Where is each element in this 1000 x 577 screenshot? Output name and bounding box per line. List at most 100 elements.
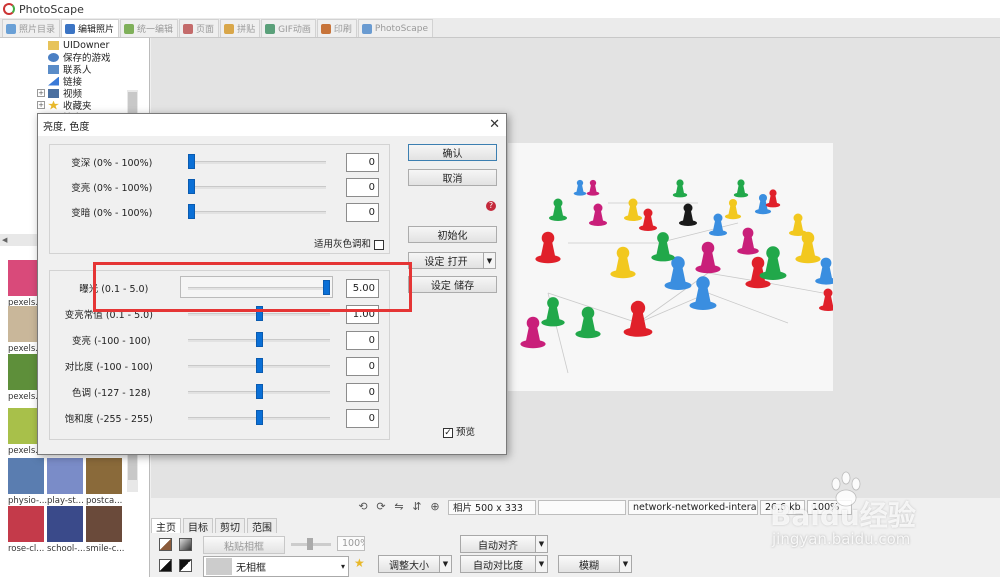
reset-button[interactable]: 初始化 (408, 226, 497, 243)
resize-dropdown-icon[interactable]: ▼ (439, 555, 452, 573)
tab-4[interactable]: 拼贴 (220, 19, 261, 37)
slider-label: 色调 (-127 - 128) (72, 388, 151, 399)
tab-5[interactable]: GIF动画 (261, 19, 316, 37)
thumbnail-image[interactable] (47, 458, 83, 494)
help-icon[interactable]: ? (486, 201, 496, 211)
slider-thumb[interactable] (255, 410, 263, 425)
tab-home[interactable]: 主页 (151, 518, 181, 534)
slider-thumb[interactable] (188, 154, 195, 169)
resize-button[interactable]: 调整大小 (378, 555, 440, 573)
preview-option[interactable]: ✓ 预览 (443, 424, 475, 438)
frame-preview-swatch (206, 558, 232, 575)
auto-contrast-dropdown-icon[interactable]: ▼ (535, 555, 548, 573)
slider-value-field[interactable]: 0 (346, 331, 379, 350)
preview-checkbox[interactable]: ✓ (443, 427, 453, 438)
slider-label: 变亮 (-100 - 100) (72, 336, 151, 347)
sharpen-dropdown-icon[interactable]: ▼ (619, 555, 632, 573)
tab-0[interactable]: 照片目录 (2, 19, 61, 37)
slider-thumb[interactable] (255, 384, 263, 399)
frame-opacity-field[interactable]: 100% (337, 536, 365, 551)
slider-thumb[interactable] (255, 358, 263, 373)
tab-icon (265, 23, 276, 34)
load-settings-button[interactable]: 设定 打开 (408, 252, 484, 269)
thumbnail-image[interactable] (8, 458, 44, 494)
tab-7[interactable]: PhotoScape (357, 19, 434, 37)
tab-range[interactable]: 范围 (247, 518, 277, 534)
slider-thumb[interactable] (188, 179, 195, 194)
slider-value-field[interactable]: 0 (346, 153, 379, 172)
auto-level-button[interactable]: 自动对齐 (460, 535, 536, 553)
frame-style-icon[interactable] (159, 538, 172, 551)
rotate-right-icon[interactable]: ⟳ (375, 501, 387, 513)
grayscale-option[interactable]: 适用灰色调和 (314, 236, 385, 250)
tab-2[interactable]: 统一编辑 (120, 19, 179, 37)
tab-1[interactable]: 编辑照片 (61, 19, 120, 37)
frame-gradient-icon[interactable] (179, 538, 192, 551)
auto-level-dropdown-icon[interactable]: ▼ (535, 535, 548, 553)
slider-track[interactable] (188, 186, 326, 189)
slider-thumb[interactable] (255, 332, 263, 347)
main-tab-bar: 照片目录 编辑照片 统一编辑 页面 拼贴 GIF动画 印刷 PhotoScape (0, 18, 1000, 38)
tab-icon (224, 23, 235, 34)
baidu-watermark: Baidu经验 jingyan.baidu.com (760, 468, 950, 558)
slider-track[interactable] (188, 211, 326, 214)
slider-value-field[interactable]: 0 (346, 178, 379, 197)
tab-6[interactable]: 印刷 (316, 19, 357, 37)
slider-label: 变暗 (0% - 100%) (71, 208, 153, 219)
tab-icon (65, 23, 76, 34)
save-settings-button[interactable]: 设定 储存 (408, 276, 497, 293)
exposure-highlight-box (93, 262, 412, 312)
thumbnail-image[interactable] (86, 506, 122, 542)
thumbnail-image[interactable] (86, 458, 122, 494)
folder-icon (48, 40, 59, 50)
app-title: PhotoScape (19, 2, 84, 16)
favorite-star-icon[interactable]: ★ (354, 556, 365, 570)
rotate-left-icon[interactable]: ⟲ (357, 501, 369, 513)
dialog-title: 亮度, 色度 (43, 121, 90, 133)
tab-object[interactable]: 目标 (183, 518, 213, 534)
flip-vertical-icon[interactable]: ⇵ (411, 501, 423, 513)
tab-crop[interactable]: 剪切 (215, 518, 245, 534)
slider-thumb[interactable] (188, 204, 195, 219)
paste-frame-button[interactable]: 粘贴相框 (203, 536, 285, 554)
slider-track[interactable] (188, 161, 326, 164)
slider-label: 饱和度 (-255 - 255) (64, 414, 153, 425)
blank-status-field (538, 499, 626, 515)
slider-label: 对比度 (-100 - 100) (64, 362, 153, 373)
thumbnail-label: physio-... (8, 496, 48, 506)
zoom-icon[interactable]: ⊕ (429, 501, 441, 513)
frame-bw-icon[interactable] (159, 559, 172, 572)
expand-favorites-icon[interactable]: + (37, 101, 45, 109)
thumbnail-image[interactable] (47, 506, 83, 542)
thumbnail-label: school-... (47, 544, 86, 554)
star-icon (48, 100, 59, 110)
slider-value-field[interactable]: 0 (346, 203, 379, 222)
close-icon[interactable]: ✕ (489, 117, 500, 132)
tab-3[interactable]: 页面 (179, 19, 220, 37)
frame-select[interactable]: 无相框 ▾ (203, 556, 349, 577)
tab-icon (124, 23, 135, 34)
link-icon (48, 76, 59, 86)
flip-horizontal-icon[interactable]: ⇋ (393, 501, 405, 513)
auto-contrast-button[interactable]: 自动对比度 (460, 555, 536, 573)
load-settings-dropdown-icon[interactable]: ▼ (483, 252, 496, 269)
game-pieces-image (508, 143, 833, 391)
dialog-group-levels: 适用灰色调和 变深 (0% - 100%) 0 变亮 (0% - 100%) 0 变暗 … (49, 144, 390, 254)
folder-tree[interactable]: UIDowner 保存的游戏 联系人 链接 + 视频 + 收藏夹 搜索 (0, 38, 138, 116)
slider-value-field[interactable]: 0 (346, 357, 379, 376)
video-folder-icon (48, 88, 59, 98)
slider-value-field[interactable]: 0 (346, 409, 379, 428)
ok-button[interactable]: 确认 (408, 144, 497, 161)
expand-videos-icon[interactable]: + (37, 89, 45, 97)
thumbnail-image[interactable] (8, 506, 44, 542)
frame-opacity-thumb[interactable] (307, 538, 313, 550)
tab-icon (6, 23, 16, 34)
tab-icon (320, 23, 331, 34)
sharpen-button[interactable]: 模糊 (558, 555, 620, 573)
slider-value-field[interactable]: 0 (346, 383, 379, 402)
cancel-button[interactable]: 取消 (408, 169, 497, 186)
grayscale-checkbox[interactable] (374, 239, 385, 250)
frame-invert-icon[interactable] (179, 559, 192, 572)
scroll-left-icon[interactable]: ◀ (2, 236, 7, 244)
thumbnail-label: smile-c... (86, 544, 125, 554)
